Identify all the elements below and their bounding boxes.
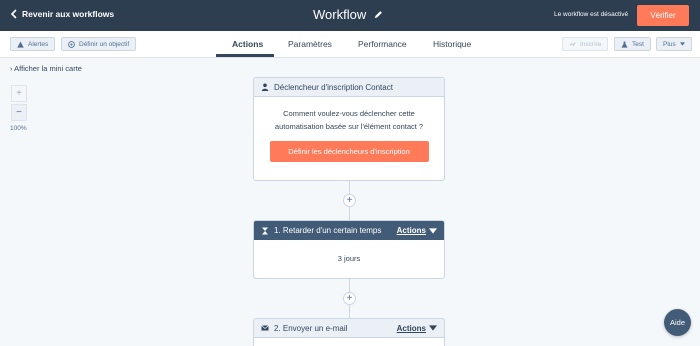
tab-actions[interactable]: Actions — [232, 39, 263, 49]
tab-performance[interactable]: Performance — [358, 39, 407, 49]
alerts-button[interactable]: Alertes — [10, 37, 56, 51]
top-bar: Revenir aux workflows Workflow Le workfl… — [0, 0, 700, 31]
tab-settings[interactable]: Paramètres — [288, 39, 332, 49]
enroll-icon — [569, 42, 576, 46]
flask-icon — [621, 40, 628, 48]
zoom-controls: + − — [11, 85, 27, 121]
envelope-icon — [261, 325, 269, 331]
hourglass-icon — [262, 227, 268, 234]
verify-button[interactable]: Vérifier — [637, 5, 689, 26]
pencil-icon[interactable] — [374, 10, 383, 19]
set-enrollment-triggers-button[interactable]: Définir les déclencheurs d'inscription — [269, 141, 429, 162]
delay-step-actions-dropdown[interactable]: Actions — [397, 226, 437, 235]
caret-down-icon — [679, 42, 685, 46]
back-to-workflows-link[interactable]: Revenir aux workflows — [10, 9, 114, 19]
chevron-left-icon — [10, 9, 17, 19]
contact-icon — [261, 83, 269, 91]
trigger-description: Comment voulez-vous déclencher cette aut… — [274, 109, 424, 131]
warning-icon — [17, 40, 24, 48]
chevron-right-icon: › — [10, 64, 13, 73]
trigger-card-title: Déclencheur d'inscription Contact — [274, 82, 393, 92]
more-label: Plus — [663, 40, 676, 48]
delay-step-header: 1. Retarder d'un certain temps Actions — [254, 221, 444, 240]
actions-label: Actions — [396, 323, 426, 333]
help-button[interactable]: Aide — [664, 309, 691, 336]
send-email-step-title: 2. Envoyer un e-mail — [274, 323, 348, 333]
alerts-label: Alertes — [28, 40, 49, 48]
enroll-label: Inscrire — [580, 40, 602, 48]
active-tab-indicator — [216, 54, 274, 57]
delay-duration: 3 jours — [337, 254, 361, 263]
workflow-name: Workflow — [313, 7, 367, 22]
add-action-button[interactable]: + — [343, 292, 356, 305]
add-action-button[interactable]: + — [343, 194, 356, 207]
zoom-level: 100% — [10, 125, 27, 132]
set-goal-label: Définir un objectif — [79, 40, 130, 48]
delay-step-body: 3 jours — [254, 240, 444, 263]
actions-label: Actions — [396, 226, 426, 235]
send-email-step-header: 2. Envoyer un e-mail Actions — [254, 319, 444, 338]
caret-down-icon — [429, 325, 437, 331]
test-button[interactable]: Test — [614, 37, 651, 51]
show-minimap-toggle[interactable]: › Afficher la mini carte — [10, 64, 82, 73]
enrollment-trigger-card: Déclencheur d'inscription Contact Commen… — [253, 77, 445, 181]
set-goal-button[interactable]: Définir un objectif — [61, 37, 137, 51]
test-label: Test — [632, 40, 644, 48]
minimap-label: Afficher la mini carte — [14, 64, 82, 73]
trigger-card-header: Déclencheur d'inscription Contact — [254, 78, 444, 97]
send-email-step-card[interactable]: 2. Envoyer un e-mail Actions — [253, 318, 445, 346]
back-label: Revenir aux workflows — [22, 9, 115, 19]
workflow-toolbar: Alertes Définir un objectif Actions Para… — [0, 31, 700, 58]
enroll-button[interactable]: Inscrire — [562, 37, 609, 51]
target-icon — [68, 40, 75, 48]
zoom-out-button[interactable]: − — [11, 104, 27, 121]
delay-step-title: 1. Retarder d'un certain temps — [274, 226, 382, 235]
tab-history[interactable]: Historique — [433, 39, 471, 49]
workflow-status: Le workflow est désactivé — [554, 11, 629, 18]
delay-step-card[interactable]: 1. Retarder d'un certain temps Actions 3… — [253, 220, 445, 279]
zoom-in-button[interactable]: + — [11, 85, 27, 102]
send-email-step-actions-dropdown[interactable]: Actions — [397, 324, 437, 333]
more-dropdown[interactable]: Plus — [656, 37, 692, 51]
workflow-title[interactable]: Workflow — [313, 7, 383, 22]
caret-down-icon — [429, 227, 437, 234]
